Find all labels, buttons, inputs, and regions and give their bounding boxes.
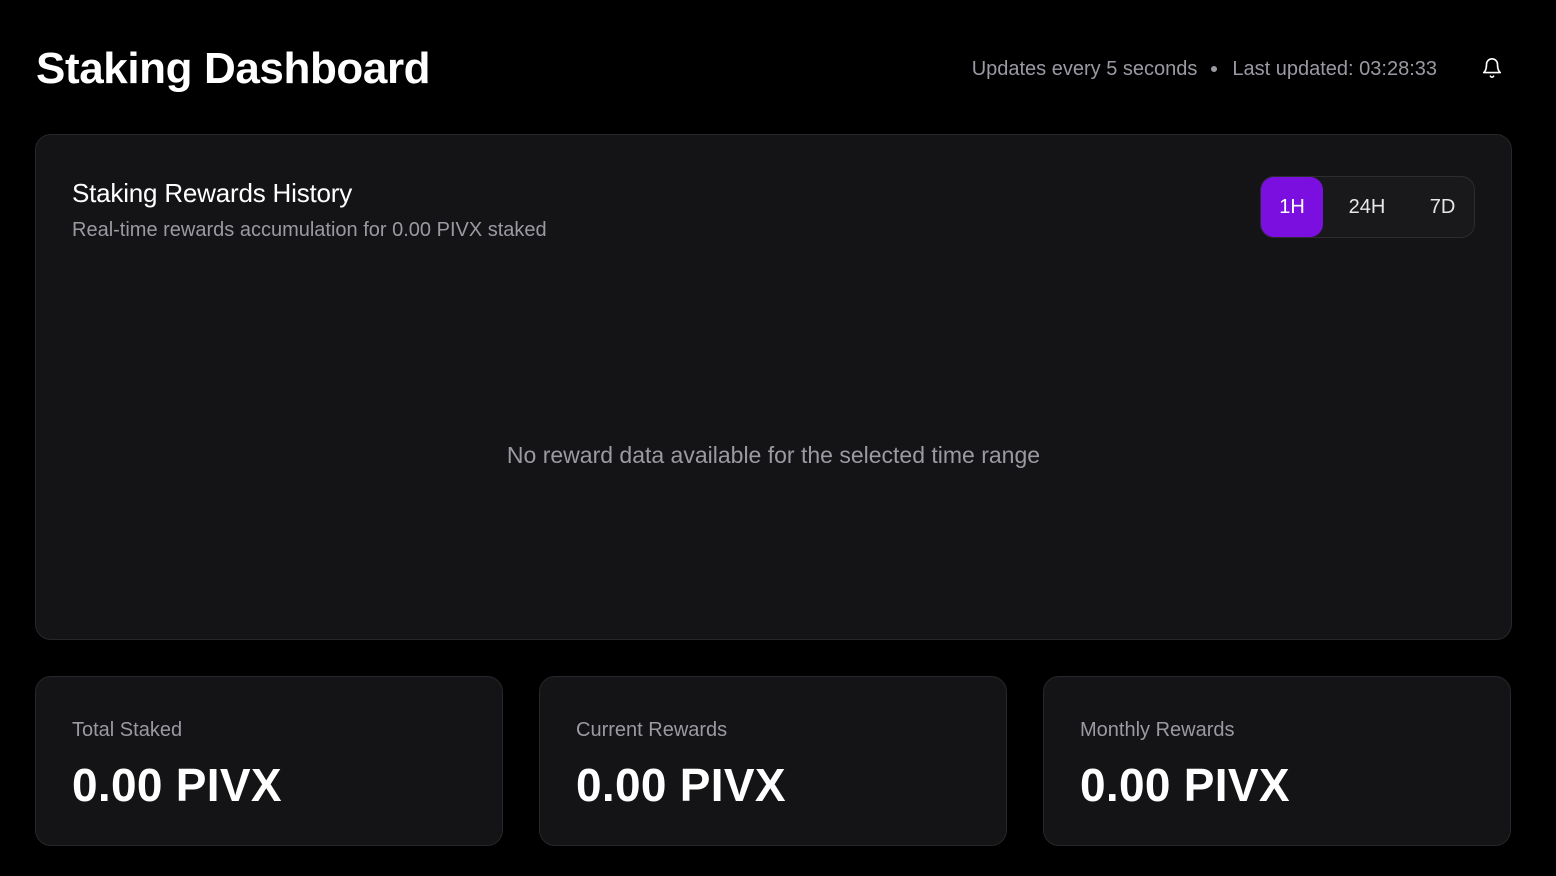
stat-value: 0.00 PIVX [576,759,786,811]
notifications-button[interactable] [1478,54,1506,82]
stat-label: Monthly Rewards [1080,719,1235,741]
staking-dashboard-page: Staking Dashboard Updates every 5 second… [0,0,1556,876]
range-7d-button[interactable]: 7D [1411,177,1474,237]
stat-value: 0.00 PIVX [72,759,282,811]
page-title: Staking Dashboard [36,44,431,93]
rewards-history-title: Staking Rewards History [72,178,353,208]
total-staked-card: Total Staked 0.00 PIVX [35,676,503,846]
time-range-toggle: 1H 24H 7D [1260,176,1475,238]
bell-icon [1482,58,1502,78]
last-updated-text: Last updated: 03:28:33 [1232,58,1437,80]
rewards-history-card: Staking Rewards History Real-time reward… [35,134,1512,640]
chart-empty-message: No reward data available for the selecte… [506,442,1041,468]
stat-value: 0.00 PIVX [1080,759,1290,811]
stat-label: Total Staked [72,719,183,741]
range-24h-button[interactable]: 24H [1323,177,1411,237]
status-separator-dot [1211,66,1218,72]
range-1h-button[interactable]: 1H [1261,177,1323,237]
page-header: Staking Dashboard Updates every 5 second… [36,42,1520,98]
monthly-rewards-card: Monthly Rewards 0.00 PIVX [1043,676,1511,846]
update-status: Updates every 5 seconds Last updated: 03… [972,56,1437,82]
stat-label: Current Rewards [576,719,728,741]
rewards-history-subtitle: Real-time rewards accumulation for 0.00 … [72,219,547,241]
current-rewards-card: Current Rewards 0.00 PIVX [539,676,1007,846]
update-interval-text: Updates every 5 seconds [971,58,1198,80]
